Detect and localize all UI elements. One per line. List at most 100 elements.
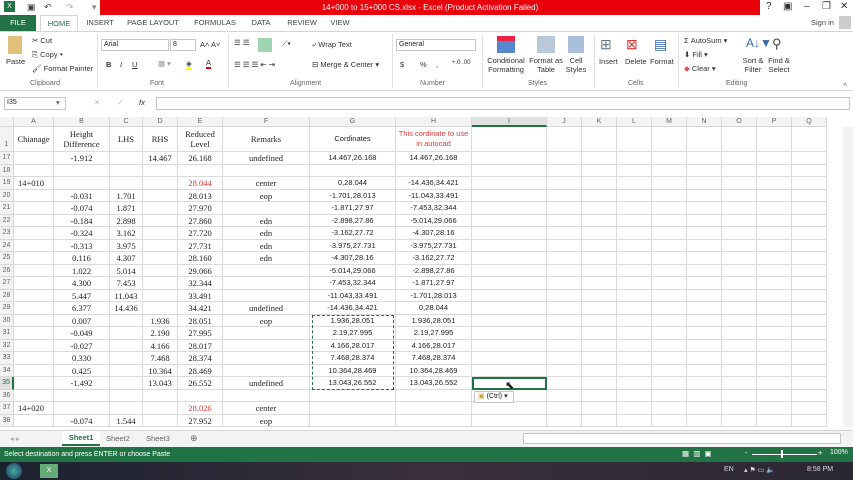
cell[interactable]	[687, 214, 722, 227]
cell[interactable]	[722, 239, 757, 252]
cell[interactable]	[652, 289, 687, 302]
cell[interactable]	[110, 164, 143, 177]
cell[interactable]: -3.975,27.731	[396, 239, 472, 252]
cell[interactable]	[582, 414, 617, 427]
cell[interactable]	[792, 239, 827, 252]
zoom-out-button[interactable]: -	[745, 448, 748, 457]
row-header-38[interactable]: 38	[0, 414, 14, 427]
cell[interactable]	[110, 389, 143, 402]
cell[interactable]	[14, 389, 54, 402]
cell[interactable]	[14, 252, 54, 265]
cell[interactable]	[472, 402, 547, 415]
cell[interactable]: 28.160	[178, 252, 223, 265]
copy-button[interactable]: ⎘ Copy ▾	[32, 50, 63, 60]
cell[interactable]	[110, 152, 143, 165]
cell[interactable]	[652, 189, 687, 202]
cell-header[interactable]	[547, 127, 582, 152]
column-header-l[interactable]: L	[617, 117, 652, 127]
cell[interactable]	[722, 277, 757, 290]
cell-header[interactable]: RHS	[143, 127, 178, 152]
cell[interactable]: edn	[223, 227, 310, 240]
cell[interactable]	[582, 352, 617, 365]
cell[interactable]: 1.544	[110, 414, 143, 427]
cell[interactable]	[652, 352, 687, 365]
cell[interactable]	[582, 364, 617, 377]
cell[interactable]: 10.364,28.469	[396, 364, 472, 377]
column-header-f[interactable]: F	[223, 117, 310, 127]
column-header-m[interactable]: M	[652, 117, 687, 127]
cell-header[interactable]: Height Difference	[54, 127, 110, 152]
cell[interactable]	[472, 364, 547, 377]
cell[interactable]	[582, 289, 617, 302]
cell[interactable]	[143, 227, 178, 240]
underline-button[interactable]: U	[132, 60, 137, 69]
cell[interactable]: -1.871,27.97	[396, 277, 472, 290]
cell[interactable]	[547, 164, 582, 177]
cell[interactable]	[792, 352, 827, 365]
cell[interactable]	[110, 402, 143, 415]
cell[interactable]	[223, 364, 310, 377]
cell[interactable]: -1.492	[54, 377, 110, 390]
cancel-icon[interactable]: ✕	[94, 98, 100, 107]
column-header-d[interactable]: D	[143, 117, 178, 127]
cell[interactable]	[722, 202, 757, 215]
cell[interactable]	[617, 214, 652, 227]
cell[interactable]	[472, 289, 547, 302]
row-header-19[interactable]: 19	[0, 177, 14, 190]
cell[interactable]	[472, 327, 547, 340]
cell[interactable]	[722, 227, 757, 240]
cell[interactable]	[582, 239, 617, 252]
cell[interactable]	[547, 327, 582, 340]
cell[interactable]	[472, 202, 547, 215]
cell[interactable]: undefined	[223, 377, 310, 390]
column-header-j[interactable]: J	[547, 117, 582, 127]
cell[interactable]	[617, 239, 652, 252]
cell[interactable]	[547, 402, 582, 415]
cell[interactable]	[14, 364, 54, 377]
cell[interactable]	[223, 202, 310, 215]
cell[interactable]: -5.014,29.066	[396, 214, 472, 227]
cell[interactable]	[617, 202, 652, 215]
cell[interactable]	[143, 202, 178, 215]
column-header-b[interactable]: B	[54, 117, 110, 127]
cell[interactable]	[582, 402, 617, 415]
cell[interactable]	[757, 327, 792, 340]
cell[interactable]	[110, 377, 143, 390]
cell[interactable]	[757, 202, 792, 215]
cell[interactable]	[617, 277, 652, 290]
close-button[interactable]: ✕	[840, 1, 848, 12]
row-header-30[interactable]: 30	[0, 314, 14, 327]
cell[interactable]	[143, 164, 178, 177]
cell[interactable]	[617, 302, 652, 315]
cell[interactable]: 28.051	[178, 314, 223, 327]
cell-header[interactable]: Cordinates	[310, 127, 396, 152]
cell[interactable]: -5.014,29.066	[310, 264, 396, 277]
redo-icon[interactable]: ↷	[66, 2, 74, 13]
cell[interactable]: edn	[223, 214, 310, 227]
autosum-button[interactable]: Σ AutoSum ▾	[684, 36, 727, 45]
cell[interactable]: -0.324	[54, 227, 110, 240]
zoom-level[interactable]: 100%	[830, 449, 848, 456]
cell[interactable]: 27.995	[178, 327, 223, 340]
cell[interactable]	[110, 352, 143, 365]
cell[interactable]	[472, 252, 547, 265]
tab-view[interactable]: VIEW	[326, 15, 354, 31]
insert-function-button[interactable]: fx	[139, 98, 145, 107]
cell[interactable]: -1.871,27.97	[310, 202, 396, 215]
cell[interactable]	[472, 277, 547, 290]
align-horizontal-icons[interactable]: ☰ ☰ ☰ ⇤ ⇥	[234, 60, 275, 69]
conditional-formatting-button[interactable]: Conditional Formatting	[486, 56, 526, 74]
cell[interactable]: 0.425	[54, 364, 110, 377]
cell[interactable]	[687, 352, 722, 365]
cell[interactable]	[757, 227, 792, 240]
cell[interactable]	[617, 177, 652, 190]
merge-center-button[interactable]: ⊟ Merge & Center ▾	[312, 60, 379, 69]
cell[interactable]	[396, 389, 472, 402]
cell[interactable]	[652, 164, 687, 177]
comma-button[interactable]: ,	[436, 60, 438, 69]
row-header-24[interactable]: 24	[0, 239, 14, 252]
cell[interactable]	[582, 189, 617, 202]
cut-button[interactable]: ✂ Cut	[32, 36, 52, 45]
cell[interactable]	[687, 152, 722, 165]
cell[interactable]	[310, 389, 396, 402]
